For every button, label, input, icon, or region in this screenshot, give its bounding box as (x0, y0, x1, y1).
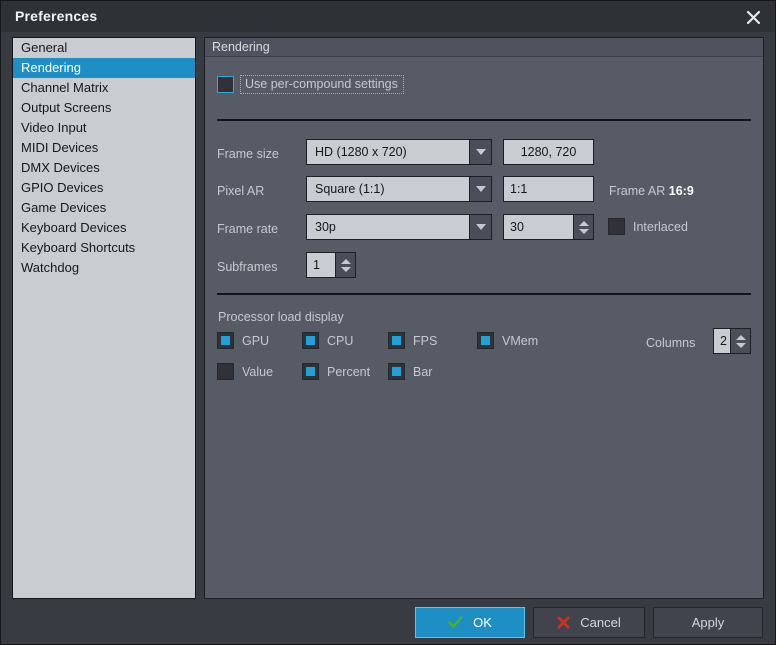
vmem-row[interactable]: VMem (477, 332, 538, 349)
frame-size-value-input[interactable]: 1280, 720 (503, 139, 594, 165)
apply-button-label: Apply (691, 615, 725, 630)
separator-bottom (217, 293, 751, 295)
interlaced-row[interactable]: Interlaced (608, 218, 688, 235)
spinner-arrows-icon[interactable] (573, 215, 593, 239)
sidebar-item-gpio-devices[interactable]: GPIO Devices (13, 178, 195, 198)
pixel-ar-value-input[interactable]: 1:1 (503, 176, 594, 202)
panel-title: Rendering (205, 38, 763, 57)
frame-rate-spinner-value[interactable]: 30 (504, 215, 573, 239)
cross-icon (557, 616, 570, 629)
frame-size-dropdown-value: HD (1280 x 720) (315, 145, 407, 159)
sidebar-item-midi-devices[interactable]: MIDI Devices (13, 138, 195, 158)
vmem-label: VMem (502, 333, 539, 348)
spinner-arrows-icon[interactable] (335, 253, 355, 277)
frame-ar-value: 16:9 (668, 184, 694, 198)
percent-label: Percent (327, 364, 371, 379)
percent-checkbox[interactable] (302, 363, 319, 380)
sidebar-item-watchdog[interactable]: Watchdog (13, 258, 195, 278)
frame-rate-dropdown[interactable]: 30p (306, 214, 492, 240)
sidebar-item-keyboard-shortcuts[interactable]: Keyboard Shortcuts (13, 238, 195, 258)
fps-row[interactable]: FPS (388, 332, 437, 349)
value-row[interactable]: Value (217, 363, 273, 380)
columns-spinner[interactable]: 2 (713, 328, 751, 354)
panel-content: Use per-compound settings Frame size HD … (205, 57, 763, 598)
frame-ar-label: Frame AR (609, 184, 666, 198)
sidebar-item-dmx-devices[interactable]: DMX Devices (13, 158, 195, 178)
sidebar-item-rendering[interactable]: Rendering (13, 58, 195, 78)
chevron-down-icon[interactable] (469, 215, 491, 239)
frame-ar-info: Frame AR 16:9 (609, 184, 694, 198)
value-checkbox[interactable] (217, 363, 234, 380)
close-icon[interactable] (739, 4, 767, 30)
bar-label: Bar (413, 364, 433, 379)
interlaced-checkbox[interactable] (608, 218, 625, 235)
subframes-spinner[interactable]: 1 (306, 252, 356, 278)
bar-row[interactable]: Bar (388, 363, 432, 380)
cpu-label: CPU (327, 333, 354, 348)
sidebar-item-video-input[interactable]: Video Input (13, 118, 195, 138)
cpu-checkbox[interactable] (302, 332, 319, 349)
sidebar-item-keyboard-devices[interactable]: Keyboard Devices (13, 218, 195, 238)
separator-top (217, 119, 751, 121)
subframes-spinner-value[interactable]: 1 (307, 253, 335, 277)
fps-checkbox[interactable] (388, 332, 405, 349)
sidebar-item-general[interactable]: General (13, 38, 195, 58)
preferences-category-list[interactable]: General Rendering Channel Matrix Output … (12, 37, 196, 599)
cancel-button-label: Cancel (580, 615, 621, 630)
processor-load-display-title: Processor load display (218, 310, 344, 324)
use-per-compound-settings-label: Use per-compound settings (240, 75, 404, 94)
chevron-down-icon[interactable] (469, 177, 491, 201)
cancel-button[interactable]: Cancel (533, 607, 645, 638)
cpu-row[interactable]: CPU (302, 332, 353, 349)
columns-label: Columns (646, 336, 696, 350)
rendering-settings-panel: Rendering Use per-compound settings Fram… (204, 37, 764, 599)
sidebar-item-channel-matrix[interactable]: Channel Matrix (13, 78, 195, 98)
columns-spinner-value[interactable]: 2 (714, 329, 730, 353)
pixel-ar-label: Pixel AR (217, 184, 265, 198)
apply-button[interactable]: Apply (653, 607, 763, 638)
percent-row[interactable]: Percent (302, 363, 370, 380)
gpu-label: GPU (242, 333, 270, 348)
gpu-row[interactable]: GPU (217, 332, 269, 349)
sidebar-item-output-screens[interactable]: Output Screens (13, 98, 195, 118)
subframes-label: Subframes (217, 260, 278, 274)
preferences-window: Preferences General Rendering Channel Ma… (0, 0, 776, 645)
spinner-arrows-icon[interactable] (730, 329, 750, 353)
use-per-compound-settings-row[interactable]: Use per-compound settings (217, 75, 404, 94)
dialog-body: General Rendering Channel Matrix Output … (1, 32, 775, 644)
gpu-checkbox[interactable] (217, 332, 234, 349)
window-title: Preferences (15, 8, 98, 24)
pixel-ar-dropdown-value: Square (1:1) (315, 182, 385, 196)
value-label: Value (242, 364, 274, 379)
frame-size-label: Frame size (217, 147, 279, 161)
pixel-ar-dropdown[interactable]: Square (1:1) (306, 176, 492, 202)
use-per-compound-settings-checkbox[interactable] (217, 76, 234, 93)
frame-rate-spinner[interactable]: 30 (503, 214, 594, 240)
frame-size-dropdown[interactable]: HD (1280 x 720) (306, 139, 492, 165)
title-bar: Preferences (1, 1, 775, 32)
dialog-footer: OK Cancel Apply (1, 604, 775, 644)
frame-rate-dropdown-value: 30p (315, 220, 336, 234)
bar-checkbox[interactable] (388, 363, 405, 380)
interlaced-label: Interlaced (633, 219, 688, 234)
vmem-checkbox[interactable] (477, 332, 494, 349)
ok-button[interactable]: OK (415, 607, 525, 638)
ok-button-label: OK (473, 615, 492, 630)
sidebar-item-game-devices[interactable]: Game Devices (13, 198, 195, 218)
checkmark-icon (448, 616, 463, 628)
frame-rate-label: Frame rate (217, 222, 279, 236)
chevron-down-icon[interactable] (469, 140, 491, 164)
fps-label: FPS (413, 333, 438, 348)
